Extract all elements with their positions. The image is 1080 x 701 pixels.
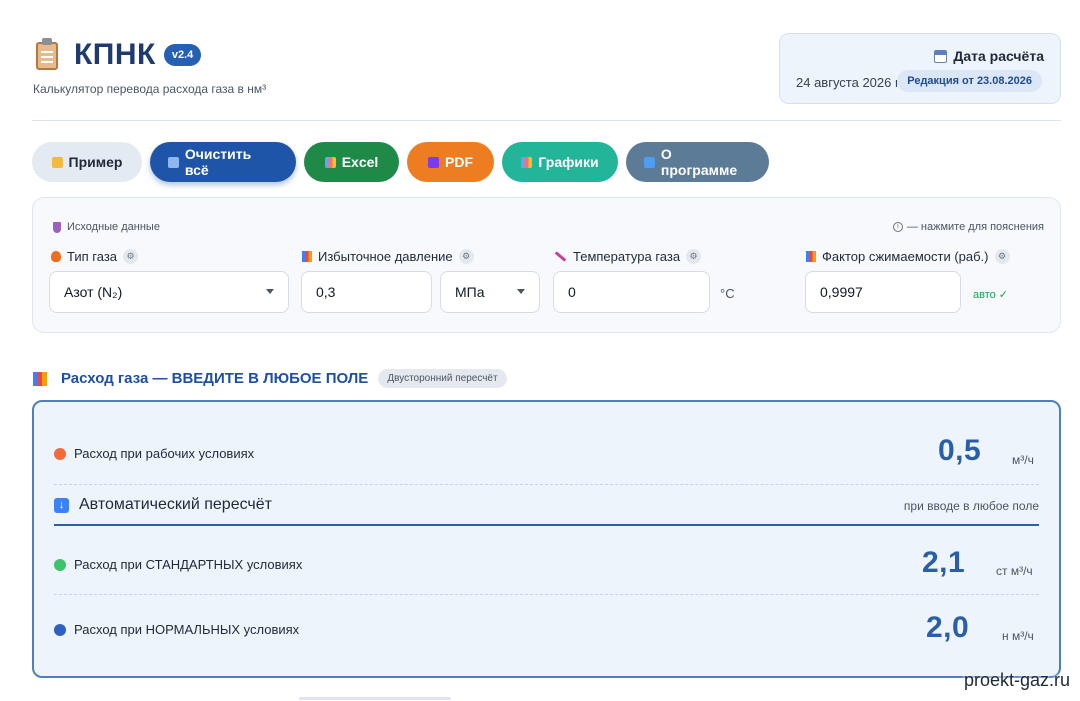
orange-dot-icon <box>54 447 66 460</box>
info-icon <box>644 156 655 168</box>
section-divider <box>54 524 1039 526</box>
flask-icon <box>53 221 61 233</box>
clear-all-button-label: Очистить всё <box>184 146 252 178</box>
excel-export-button[interactable]: Excel <box>304 142 399 182</box>
charts-button[interactable]: Графики <box>502 142 618 182</box>
temperature-label: Температура газа ⚙ <box>554 249 702 264</box>
app-title: КПНК <box>74 38 156 71</box>
auto-recalc-hint: при вводе в любое поле <box>903 499 1039 513</box>
working-flow-input[interactable]: 0,5 <box>938 434 981 468</box>
pdf-export-button[interactable]: PDF <box>407 142 494 182</box>
gas-type-value: Азот (N₂) <box>64 284 123 300</box>
input-section-title: Исходные данные <box>67 221 160 233</box>
gas-type-select[interactable]: Азот (N₂) <box>49 271 289 313</box>
auto-recalc-title: Автоматический пересчёт <box>79 496 272 513</box>
help-hint: i — нажмите для пояснения <box>892 221 1044 233</box>
toolbar: Пример Очистить всё Excel PDF Графики О … <box>32 142 769 182</box>
chevron-down-icon <box>517 289 525 294</box>
info-circle-icon: i <box>892 222 903 232</box>
gas-type-label: Тип газа ⚙ <box>51 249 139 264</box>
bar-chart-icon <box>521 156 533 168</box>
watermark: proekt-gaz.ru <box>963 670 1070 690</box>
compressibility-input[interactable]: 0,9997 <box>805 271 961 313</box>
bar-chart-icon <box>33 371 47 386</box>
working-flow-row: Расход при рабочих условиях <box>54 446 1039 461</box>
date-card-title: Дата расчёта <box>953 48 1044 64</box>
thermometer-icon <box>554 251 567 262</box>
normal-flow-label: Расход при НОРМАЛЬНЫХ условиях <box>74 622 300 637</box>
standard-flow-row: Расход при СТАНДАРТНЫХ условиях <box>54 557 1039 572</box>
flame-icon <box>51 251 61 262</box>
normal-flow-row: Расход при НОРМАЛЬНЫХ условиях <box>54 622 1039 637</box>
flow-panel: Расход при рабочих условиях 0,5 м³/ч ↓ А… <box>32 400 1061 678</box>
green-dot-icon <box>54 558 66 571</box>
bar-chart-icon <box>324 156 336 168</box>
standard-flow-unit: ст м³/ч <box>996 564 1033 578</box>
folder-icon <box>51 156 63 168</box>
auto-recalc-row: ↓ Автоматический пересчёт при вводе в лю… <box>54 496 1039 514</box>
two-way-badge: Двусторонний пересчёт <box>378 369 507 388</box>
pressure-unit-select[interactable]: МПа <box>440 271 540 313</box>
compressibility-label: Фактор сжимаемости (раб.) ⚙ <box>806 249 1010 264</box>
excel-button-label: Excel <box>341 154 379 170</box>
temperature-input[interactable]: 0 <box>553 271 710 313</box>
temperature-help-icon[interactable]: ⚙ <box>686 249 702 264</box>
help-hint-text: — нажмите для пояснения <box>906 221 1044 233</box>
example-button-label: Пример <box>68 154 123 170</box>
gas-type-help-icon[interactable]: ⚙ <box>123 249 139 264</box>
input-data-panel: Исходные данные i — нажмите для пояснени… <box>32 197 1061 333</box>
temperature-label-text: Температура газа <box>573 249 681 264</box>
floppy-disk-icon <box>428 156 439 168</box>
example-button[interactable]: Пример <box>32 142 142 182</box>
compressibility-label-text: Фактор сжимаемости (раб.) <box>822 249 989 264</box>
charts-button-label: Графики <box>538 154 599 170</box>
blue-dot-icon <box>54 623 66 636</box>
app-subtitle: Калькулятор перевода расхода газа в нм³ <box>33 82 267 96</box>
row-divider <box>54 594 1039 595</box>
bar-chart-icon <box>302 251 312 262</box>
normal-flow-input[interactable]: 2,0 <box>926 611 969 645</box>
pressure-unit-value: МПа <box>455 284 485 300</box>
pressure-value: 0,3 <box>316 284 336 300</box>
flow-section-title: Расход газа — ВВЕДИТЕ В ЛЮБОЕ ПОЛЕ <box>61 370 369 387</box>
chevron-down-icon <box>266 289 274 294</box>
bottom-section-stub <box>299 697 451 700</box>
date-card: Дата расчёта 24 августа 2026 г. Редакция… <box>779 33 1061 104</box>
clipboard-icon <box>34 38 60 72</box>
flow-section-heading: Расход газа — ВВЕДИТЕ В ЛЮБОЕ ПОЛЕ Двуст… <box>33 369 507 388</box>
compressibility-help-icon[interactable]: ⚙ <box>994 249 1010 264</box>
gas-type-label-text: Тип газа <box>67 249 118 264</box>
row-divider <box>54 484 1039 485</box>
calculation-date: 24 августа 2026 г. <box>796 75 902 90</box>
about-button-label: О программе <box>660 146 738 178</box>
edition-badge: Редакция от 23.08.2026 <box>897 70 1042 92</box>
temperature-value: 0 <box>568 284 576 300</box>
pressure-help-icon[interactable]: ⚙ <box>458 249 474 264</box>
arrow-down-icon: ↓ <box>54 497 69 513</box>
temperature-unit: °C <box>720 286 735 301</box>
auto-badge: авто ✓ <box>973 289 1009 301</box>
input-section-label: Исходные данные <box>53 221 160 233</box>
standard-flow-input[interactable]: 2,1 <box>922 546 965 580</box>
working-flow-unit: м³/ч <box>1012 453 1034 467</box>
normal-flow-unit: н м³/ч <box>1002 629 1034 643</box>
calendar-icon <box>934 49 948 63</box>
app-header: КПНК v2.4 <box>34 38 202 72</box>
pressure-label: Избыточное давление ⚙ <box>302 249 474 264</box>
compressibility-value: 0,9997 <box>820 284 863 300</box>
about-button[interactable]: О программе <box>626 142 769 182</box>
date-card-title-row: Дата расчёта <box>934 48 1044 64</box>
working-flow-label: Расход при рабочих условиях <box>74 446 255 461</box>
pressure-input[interactable]: 0,3 <box>301 271 432 313</box>
bar-chart-icon <box>806 251 816 262</box>
pdf-button-label: PDF <box>445 154 473 170</box>
header-divider <box>32 120 1061 121</box>
version-badge: v2.4 <box>163 44 202 66</box>
pressure-label-text: Избыточное давление <box>318 249 453 264</box>
standard-flow-label: Расход при СТАНДАРТНЫХ условиях <box>74 557 303 572</box>
refresh-icon <box>168 156 179 168</box>
clear-all-button[interactable]: Очистить всё <box>150 142 296 182</box>
